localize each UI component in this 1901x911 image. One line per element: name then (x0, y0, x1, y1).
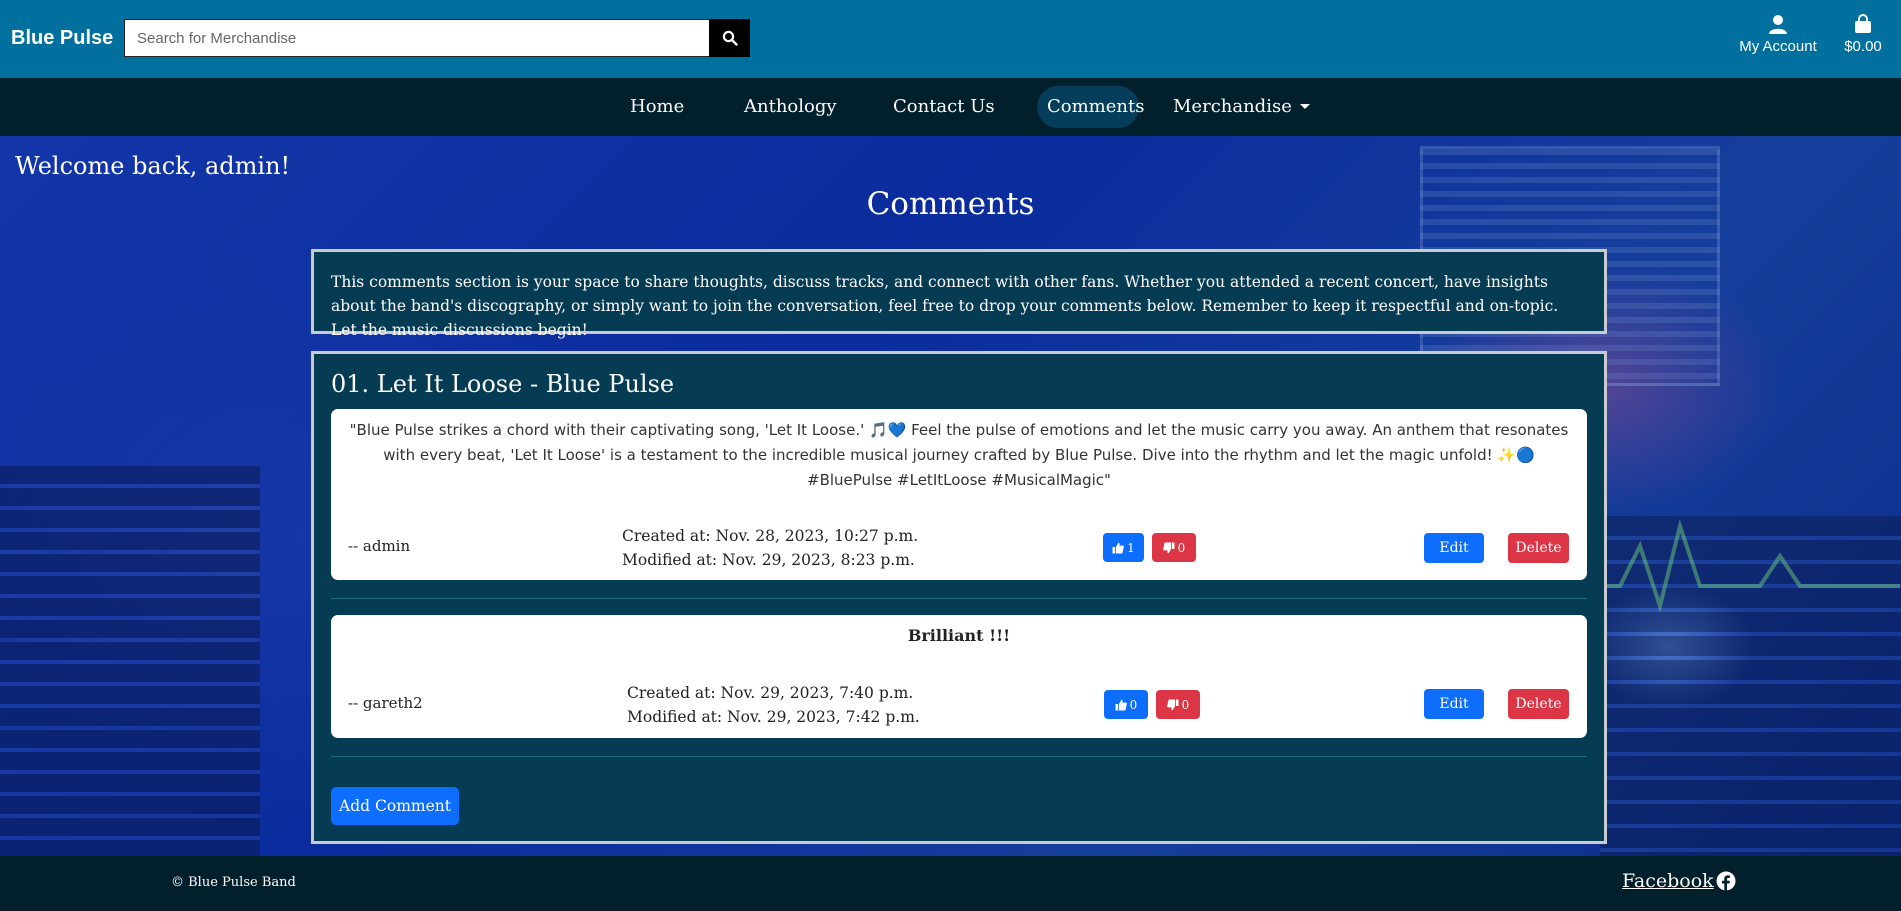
main-nav: Home Anthology Contact Us Comments Merch… (0, 78, 1901, 136)
search-button[interactable] (709, 19, 750, 57)
background-rack-left (0, 466, 260, 856)
search-input[interactable] (124, 19, 710, 57)
intro-box: This comments section is your space to s… (311, 249, 1607, 339)
dislike-button[interactable]: 0 (1156, 690, 1200, 719)
nav-contact-label: Contact Us (893, 96, 995, 117)
my-account-link[interactable]: My Account (1733, 14, 1823, 55)
thumbs-down-icon (1162, 542, 1175, 553)
copyright-text: © Blue Pulse Band (171, 875, 296, 890)
shopping-bag-icon (1855, 14, 1871, 33)
divider (331, 598, 1587, 599)
thumbs-up-icon (1115, 699, 1127, 710)
welcome-message: Welcome back, admin! (15, 152, 291, 180)
comment-text: "Blue Pulse strikes a chord with their c… (349, 421, 1569, 489)
comment-author: -- admin (348, 537, 411, 555)
background-waveform (1560, 518, 1900, 614)
delete-button[interactable]: Delete (1508, 533, 1569, 563)
delete-button[interactable]: Delete (1508, 689, 1569, 719)
edit-button[interactable]: Edit (1424, 533, 1484, 563)
add-comment-button[interactable]: Add Comment (331, 787, 459, 825)
comments-panel: 01. Let It Loose - Blue Pulse "Blue Puls… (311, 351, 1607, 844)
top-header: Blue Pulse My Account $0.00 (0, 0, 1901, 78)
nav-contact-us[interactable]: Contact Us (893, 78, 995, 136)
comment-card: "Blue Pulse strikes a chord with their c… (331, 409, 1587, 580)
nav-home[interactable]: Home (630, 78, 684, 136)
chevron-down-icon (1299, 104, 1310, 109)
divider (331, 756, 1587, 757)
nav-comments-label: Comments (1047, 96, 1145, 117)
page-title: Comments (866, 186, 1035, 222)
thumbs-down-icon (1166, 699, 1179, 710)
like-button[interactable]: 1 (1103, 533, 1144, 562)
like-button[interactable]: 0 (1104, 690, 1148, 719)
nav-merchandise-label: Merchandise (1173, 96, 1292, 117)
modified-at: Modified at: Nov. 29, 2023, 8:23 p.m. (622, 551, 915, 569)
cart-link[interactable]: $0.00 (1840, 14, 1886, 55)
edit-button[interactable]: Edit (1424, 689, 1484, 719)
comment-card: Brilliant !!! -- gareth2 Created at: Nov… (331, 615, 1587, 738)
song-title: 01. Let It Loose - Blue Pulse (331, 370, 675, 398)
nav-anthology[interactable]: Anthology (744, 78, 837, 136)
nav-comments[interactable]: Comments (1037, 78, 1145, 136)
comment-dates: Created at: Nov. 29, 2023, 7:40 p.m. Mod… (627, 681, 920, 729)
created-at: Created at: Nov. 28, 2023, 10:27 p.m. (622, 527, 919, 545)
nav-merchandise-dropdown[interactable]: Merchandise (1173, 78, 1310, 136)
cart-total: $0.00 (1844, 38, 1882, 55)
nav-home-label: Home (630, 96, 685, 117)
like-count: 1 (1127, 540, 1135, 555)
like-count: 0 (1129, 697, 1138, 712)
thumbs-up-icon (1112, 542, 1125, 553)
created-at: Created at: Nov. 29, 2023, 7:40 p.m. (627, 684, 914, 702)
facebook-link[interactable]: Facebook (1622, 870, 1736, 892)
modified-at: Modified at: Nov. 29, 2023, 7:42 p.m. (627, 708, 920, 726)
comment-author: -- gareth2 (348, 694, 423, 712)
dislike-count: 0 (1181, 697, 1190, 712)
dislike-button[interactable]: 0 (1152, 533, 1196, 562)
dislike-count: 0 (1177, 540, 1186, 555)
my-account-label: My Account (1739, 38, 1817, 55)
comment-text: Brilliant !!! (907, 626, 1011, 645)
search-icon (722, 30, 738, 46)
brand-logo[interactable]: Blue Pulse (11, 27, 113, 50)
nav-anthology-label: Anthology (744, 96, 837, 117)
footer: © Blue Pulse Band Facebook (0, 856, 1901, 911)
comment-dates: Created at: Nov. 28, 2023, 10:27 p.m. Mo… (622, 524, 918, 572)
user-icon (1769, 15, 1787, 34)
facebook-label: Facebook (1622, 870, 1714, 892)
facebook-icon (1716, 871, 1736, 891)
